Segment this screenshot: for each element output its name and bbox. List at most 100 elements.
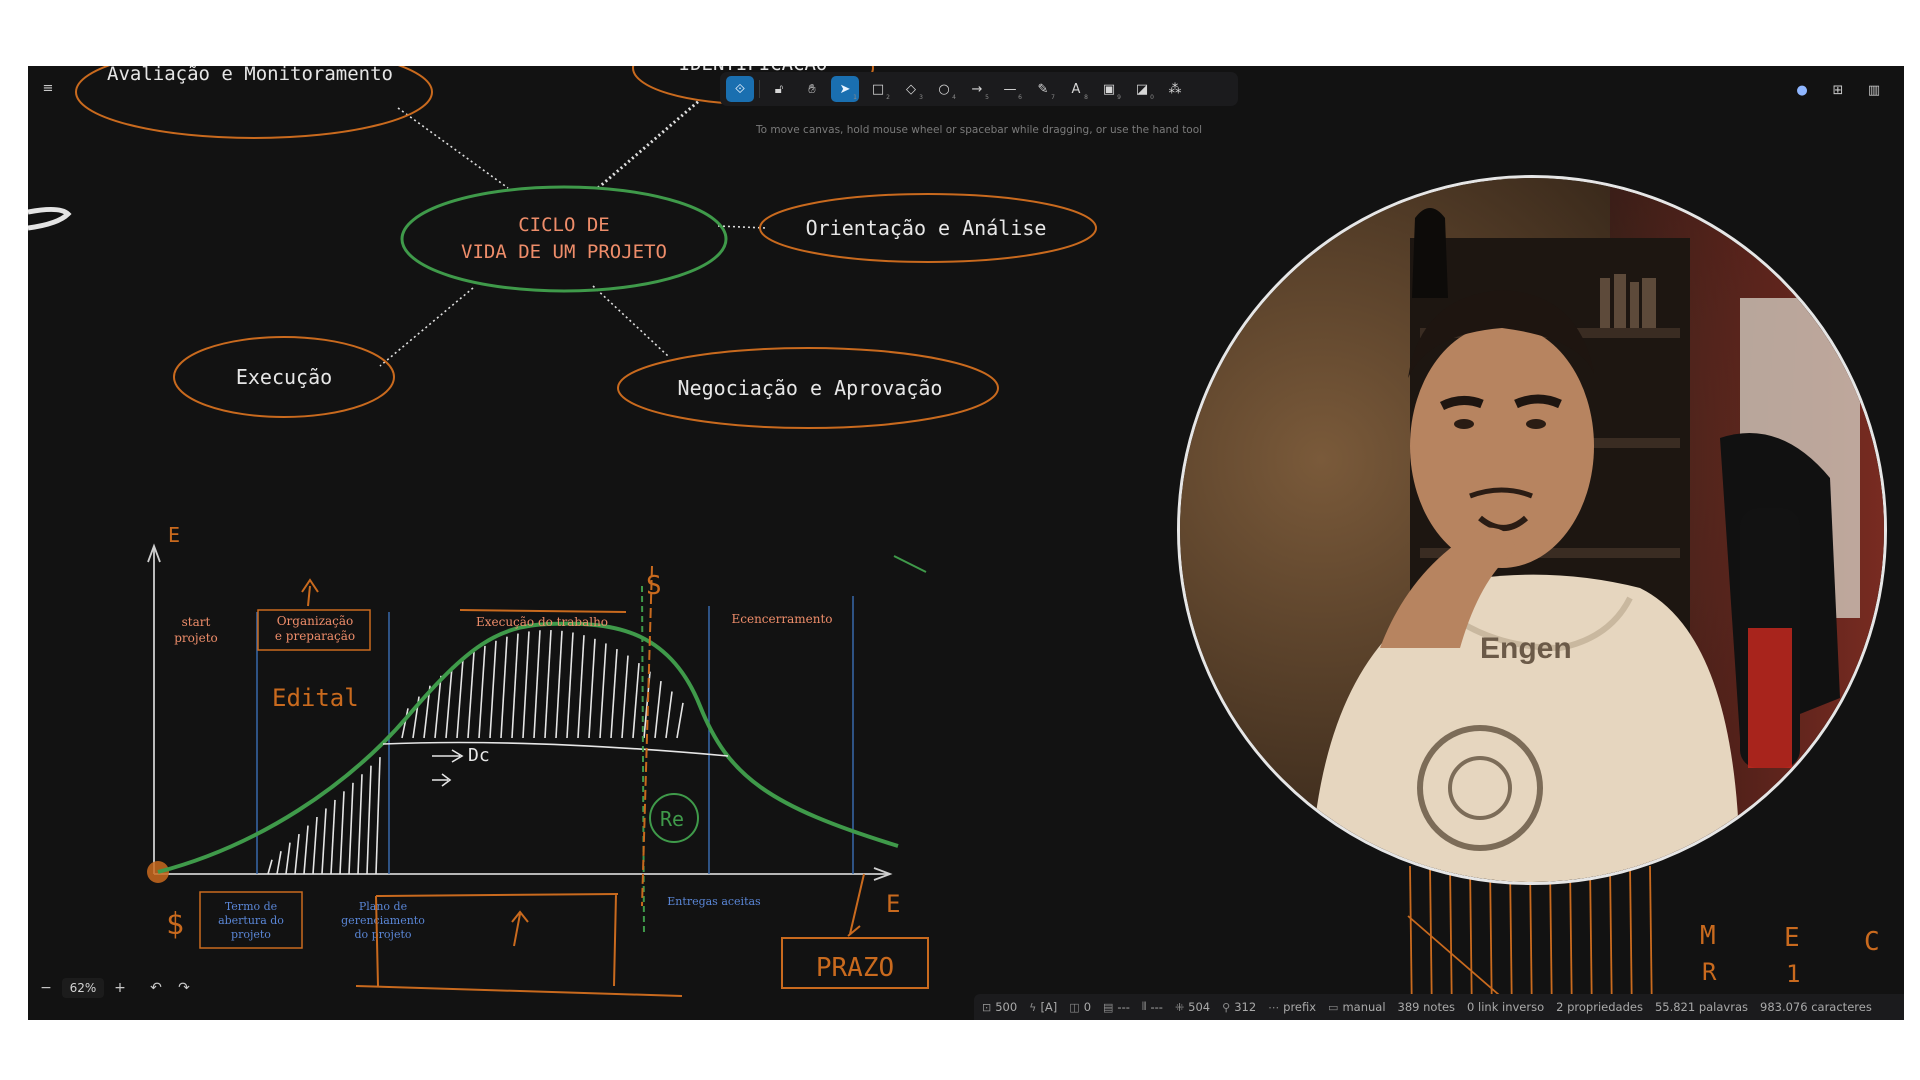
status-text: 2 propriedades: [1556, 1000, 1643, 1014]
selection-icon[interactable]: ➤ 1: [831, 76, 859, 102]
plano-line2: gerenciamento: [341, 914, 425, 927]
svg-text:Engen: Engen: [1480, 632, 1572, 665]
bolt-icon: ϟ: [1029, 1000, 1037, 1014]
green-tick-mark: [893, 555, 927, 573]
tag-icon: ◫: [1069, 1000, 1080, 1014]
ellipse-icon-glyph: ○: [938, 81, 950, 97]
entregas-label: Entregas aceitas: [667, 895, 761, 908]
shortcut-key: 4: [952, 94, 956, 101]
new-note-icon[interactable]: ⊞: [1824, 76, 1852, 104]
corner-letter-1: 1: [1786, 960, 1800, 988]
image-icon[interactable]: ▣ 9: [1095, 76, 1123, 102]
drawing-toolbar: ⟐ 🔓︎ ✋︎ ➤ 1 □ 2 ◇ 3 ○ 4 → 5—6 ✎ 7 A 8 ▣ 9 ◪ 0 ⁂: [720, 72, 1238, 106]
status-bolt-icon[interactable]: ϟ [A]: [1029, 1000, 1057, 1014]
zoom-in-button[interactable]: +: [108, 976, 132, 1000]
text-icon[interactable]: A8: [1062, 76, 1090, 102]
status-graph-icon[interactable]: ⁜ 504: [1175, 1000, 1210, 1014]
graph-axes: [147, 543, 893, 881]
webcam-illustration: Engen: [1180, 178, 1884, 882]
zoom-level[interactable]: 62%: [62, 978, 104, 998]
y-axis-label: E: [168, 523, 180, 547]
status-columns-icon[interactable]: ⫴ ---: [1142, 1000, 1163, 1014]
zoom-out-button[interactable]: −: [34, 976, 58, 1000]
center-node-line1: CICLO DE: [518, 214, 610, 236]
hand-icon[interactable]: ✋︎: [798, 76, 826, 102]
baseline-line: [382, 741, 729, 757]
status-char-count[interactable]: 983.076 caracteres: [1760, 1000, 1872, 1014]
line-icon[interactable]: —6: [996, 76, 1024, 102]
hand-icon-glyph: ✋︎: [808, 81, 816, 97]
selection-icon-glyph: ➤: [839, 81, 851, 97]
phase3-label: Ecencerramento: [731, 612, 832, 626]
status-text: manual: [1342, 1000, 1386, 1014]
status-notes-count[interactable]: 389 notes: [1398, 1000, 1456, 1014]
tool-mode-toggle[interactable]: ⟐: [726, 76, 754, 102]
status-keyboard-icon[interactable]: ▭ manual: [1328, 1000, 1385, 1014]
status-word-count[interactable]: 55.821 palavras: [1655, 1000, 1748, 1014]
re-label: Re: [660, 807, 684, 831]
shortcut-key: 0: [1150, 94, 1154, 101]
status-text: [A]: [1040, 1000, 1058, 1014]
corner-letter-r: R: [1702, 958, 1717, 986]
s-mark: S: [646, 571, 662, 601]
status-text: ---: [1150, 1000, 1163, 1014]
prefix-icon: ⋯: [1268, 1000, 1280, 1014]
robot-icon: ⊡: [982, 1000, 992, 1014]
text-icon-glyph: A: [1071, 81, 1081, 97]
status-text: 312: [1234, 1000, 1257, 1014]
shortcut-key: 6: [1018, 94, 1022, 101]
status-text: ---: [1117, 1000, 1130, 1014]
eraser-icon[interactable]: ◪ 0: [1128, 76, 1156, 102]
link-icon: ⚲: [1222, 1000, 1231, 1014]
start-label-line2: projeto: [174, 631, 218, 645]
status-backlink-count[interactable]: 0 link inverso: [1467, 1000, 1544, 1014]
prazo-label: PRAZO: [816, 953, 894, 983]
status-list-icon[interactable]: ▤ ---: [1103, 1000, 1130, 1014]
center-node-ellipse[interactable]: [400, 185, 728, 293]
droplet-icon[interactable]: ●: [1788, 76, 1816, 104]
partial-shape-left[interactable]: [28, 206, 72, 231]
shortcut-key: 9: [1117, 94, 1121, 101]
undo-button[interactable]: ↶: [144, 976, 168, 1000]
status-text: 389 notes: [1397, 1000, 1456, 1014]
ellipse-icon[interactable]: ○ 4: [930, 76, 958, 102]
status-link-icon[interactable]: ⚲ 312: [1222, 1000, 1256, 1014]
status-tag-icon[interactable]: ◫ 0: [1069, 1000, 1091, 1014]
image-icon-glyph: ▣: [1102, 81, 1116, 97]
status-text: 0 link inverso: [1467, 1000, 1545, 1014]
status-bar: ⊡ 500 ϟ [A] ◫ 0 ▤ --- ⫴ --- ⁜ 504 ⚲ 312 ⋯ prefix ▭ manual…: [974, 994, 1904, 1020]
lock-icon-glyph: 🔓︎: [774, 81, 784, 97]
status-prefix-icon[interactable]: ⋯ prefix: [1268, 1000, 1316, 1014]
shapes-library-icon-glyph: ⁂: [1168, 81, 1182, 97]
phase2-underline: [459, 609, 627, 613]
phase1-label-line1: Organização: [277, 614, 354, 628]
phase1-label-line2: e preparação: [275, 629, 355, 643]
keyboard-icon: ▭: [1328, 1000, 1339, 1014]
shortcut-key: 7: [1051, 94, 1055, 101]
reading-view-icon[interactable]: ▥: [1860, 76, 1888, 104]
canvas-hint: To move canvas, hold mouse wheel or spac…: [756, 124, 1203, 136]
menu-icon[interactable]: ≡: [34, 74, 62, 102]
eraser-icon-glyph: ◪: [1135, 81, 1149, 97]
shortcut-key: 2: [886, 94, 890, 101]
diamond-icon[interactable]: ◇ 3: [897, 76, 925, 102]
lock-icon[interactable]: 🔓︎: [765, 76, 793, 102]
corner-letter-e: E: [1784, 923, 1800, 953]
status-properties-count[interactable]: 2 propriedades: [1556, 1000, 1643, 1014]
arrow-icon[interactable]: → 5: [963, 76, 991, 102]
shapes-library-icon[interactable]: ⁂: [1161, 76, 1189, 102]
termo-line1: Termo de: [225, 900, 277, 913]
excalidraw-app: Avaliação e Monitoramento IDENTIFICACAO …: [28, 66, 1904, 1020]
center-node-line2: VIDA DE UM PROJETO: [461, 241, 667, 263]
plano-line1: Plano de: [359, 900, 407, 913]
node-negociacao: Negociação e Aprovação: [678, 376, 943, 400]
corner-letter-c: C: [1864, 927, 1880, 957]
toolbar-separator: [759, 80, 760, 98]
phase2-label: Execução do trabalho: [476, 615, 608, 629]
pencil-icon[interactable]: ✎ 7: [1029, 76, 1057, 102]
status-robot-icon[interactable]: ⊡ 500: [982, 1000, 1017, 1014]
top-right-actions: ● ⊞ ▥: [1788, 76, 1888, 104]
redo-button[interactable]: ↷: [172, 976, 196, 1000]
rectangle-icon[interactable]: □ 2: [864, 76, 892, 102]
status-text: 500: [995, 1000, 1018, 1014]
